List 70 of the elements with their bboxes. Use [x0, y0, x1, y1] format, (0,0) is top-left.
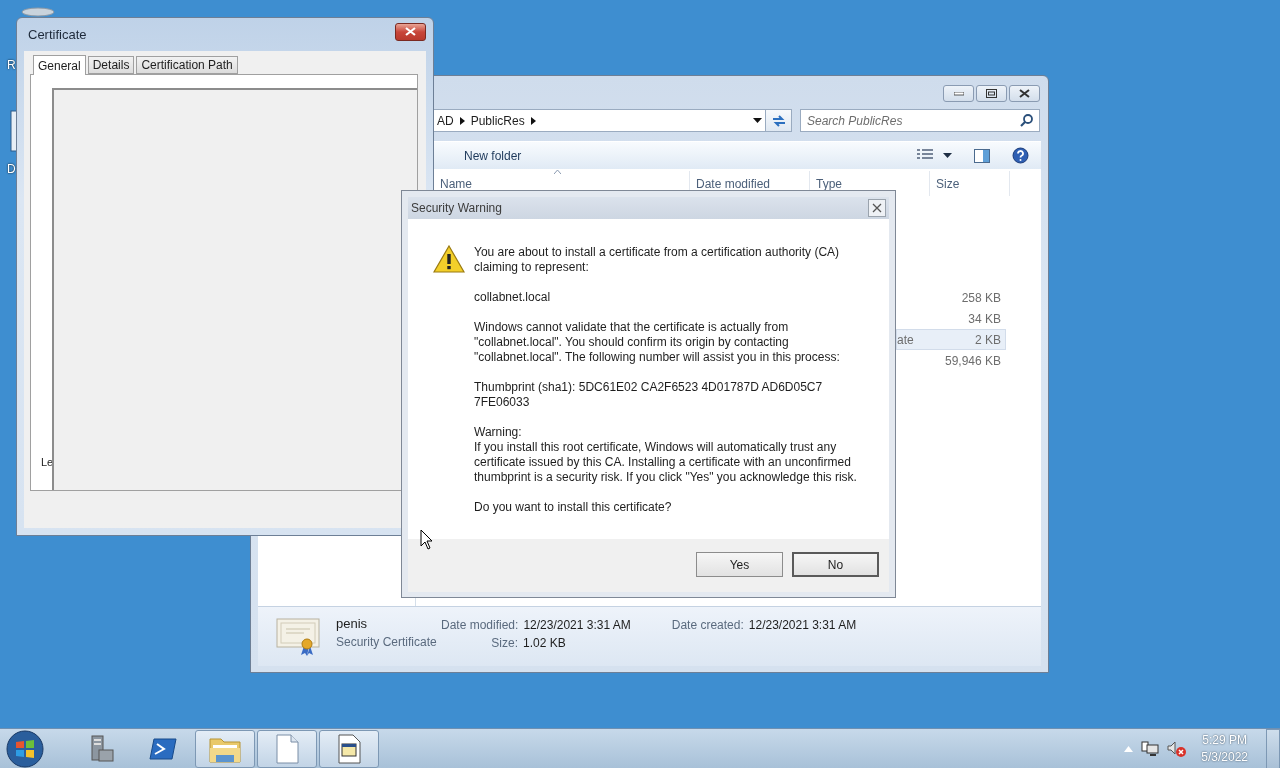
dialog-title: Security Warning [411, 201, 502, 215]
preview-pane-icon[interactable] [974, 148, 990, 163]
no-button[interactable]: No [792, 552, 879, 577]
view-list-icon[interactable] [917, 149, 933, 162]
message-text: You are about to install a certificate from a certification authority (CA) claiming to represent: [474, 245, 841, 275]
type-cell-text: ate [897, 332, 915, 347]
desktop-icon-label: D [7, 162, 16, 176]
refresh-button[interactable] [766, 109, 792, 132]
close-button[interactable] [1009, 85, 1040, 102]
property-value: 12/23/2021 3:31 AM [523, 618, 631, 632]
property-label: Date modified: [441, 618, 519, 632]
chevron-right-icon [530, 116, 536, 125]
search-icon [1020, 114, 1033, 127]
message-text: Do you want to install this certificate? [474, 500, 673, 515]
tab[interactable]: Details [87, 56, 135, 74]
file-name: penis [336, 616, 369, 631]
windows-logo-icon [6, 729, 44, 768]
tab[interactable]: General [33, 55, 86, 75]
breadcrumb-item[interactable]: AD [437, 113, 454, 128]
certificate-file-icon [276, 616, 322, 656]
close-icon [872, 203, 882, 213]
message-text: collabnet.local [474, 290, 552, 305]
property-value: 12/23/2021 3:31 AM [748, 618, 857, 632]
taskbar-button[interactable] [319, 729, 379, 768]
help-icon[interactable] [1012, 147, 1029, 164]
size-cell-text: 34 KB [967, 311, 1002, 326]
restore-button[interactable] [976, 85, 1007, 102]
window-page-icon [336, 733, 362, 764]
restore-icon [986, 89, 997, 98]
file-row[interactable]: 258 KB [896, 287, 1006, 308]
message-text: Warning: [474, 425, 523, 440]
file-row[interactable]: ate 2 KB [896, 329, 1006, 350]
window-title: Certificate [28, 27, 87, 42]
network-icon[interactable] [1141, 740, 1160, 757]
refresh-icon [770, 113, 787, 128]
search-field[interactable]: Search PublicRes [800, 109, 1040, 132]
column-header[interactable]: Size [930, 171, 1010, 196]
desktop-icon-label: R [7, 58, 16, 72]
minimize-icon [953, 91, 964, 96]
close-icon [405, 27, 416, 36]
property-value: 1.02 KB [523, 636, 566, 650]
speaker-muted-icon[interactable] [1167, 739, 1188, 758]
taskbar-button[interactable] [195, 729, 255, 768]
yes-button[interactable]: Yes [696, 552, 783, 577]
message-text: Windows cannot validate that the certificate is actually from "collabnet.local". You should confirm its origin by contacting "collabnet.local". The following number will assist you in this process: [474, 320, 841, 365]
property-label: Date created: [670, 618, 744, 632]
blank-page-icon [274, 733, 300, 764]
message-text: If you install this root certificate, Windows will automatically trust any certificate issued by this CA. Installing a certificate with an unconfirmed thumbprint is a security risk. If you click "Yes" you acknowledge this risk. [474, 440, 858, 485]
new-folder-button[interactable]: New folder [464, 148, 522, 163]
close-icon [1019, 89, 1030, 98]
close-button[interactable] [395, 22, 426, 41]
file-row[interactable]: 34 KB [896, 308, 1006, 329]
close-button[interactable] [868, 199, 886, 217]
breadcrumb-item[interactable]: PublicRes [470, 113, 525, 128]
terminal-prompt-icon [149, 736, 177, 761]
file-row[interactable]: 59,946 KB [896, 350, 1006, 371]
size-cell-text: 258 KB [960, 290, 1002, 305]
start-button[interactable] [3, 728, 47, 768]
dropdown-caret-icon [753, 118, 762, 123]
size-cell-text: 59,946 KB [943, 353, 1002, 368]
warning-icon [433, 245, 465, 273]
dropdown-caret-icon[interactable] [943, 153, 952, 158]
file-type: Security Certificate [336, 635, 438, 649]
recycle-bin-icon [20, 6, 56, 20]
property-label: Size: [490, 636, 518, 650]
tab[interactable]: Certification Path [136, 56, 238, 74]
chevron-right-icon [459, 116, 465, 125]
message-text: Thumbprint (sha1): 5DC61E02 CA2F6523 4D01787D AD6D05C7 7FE06033 [474, 380, 824, 410]
field-label: Le [41, 456, 54, 468]
size-cell-text: 2 KB [974, 332, 1002, 347]
